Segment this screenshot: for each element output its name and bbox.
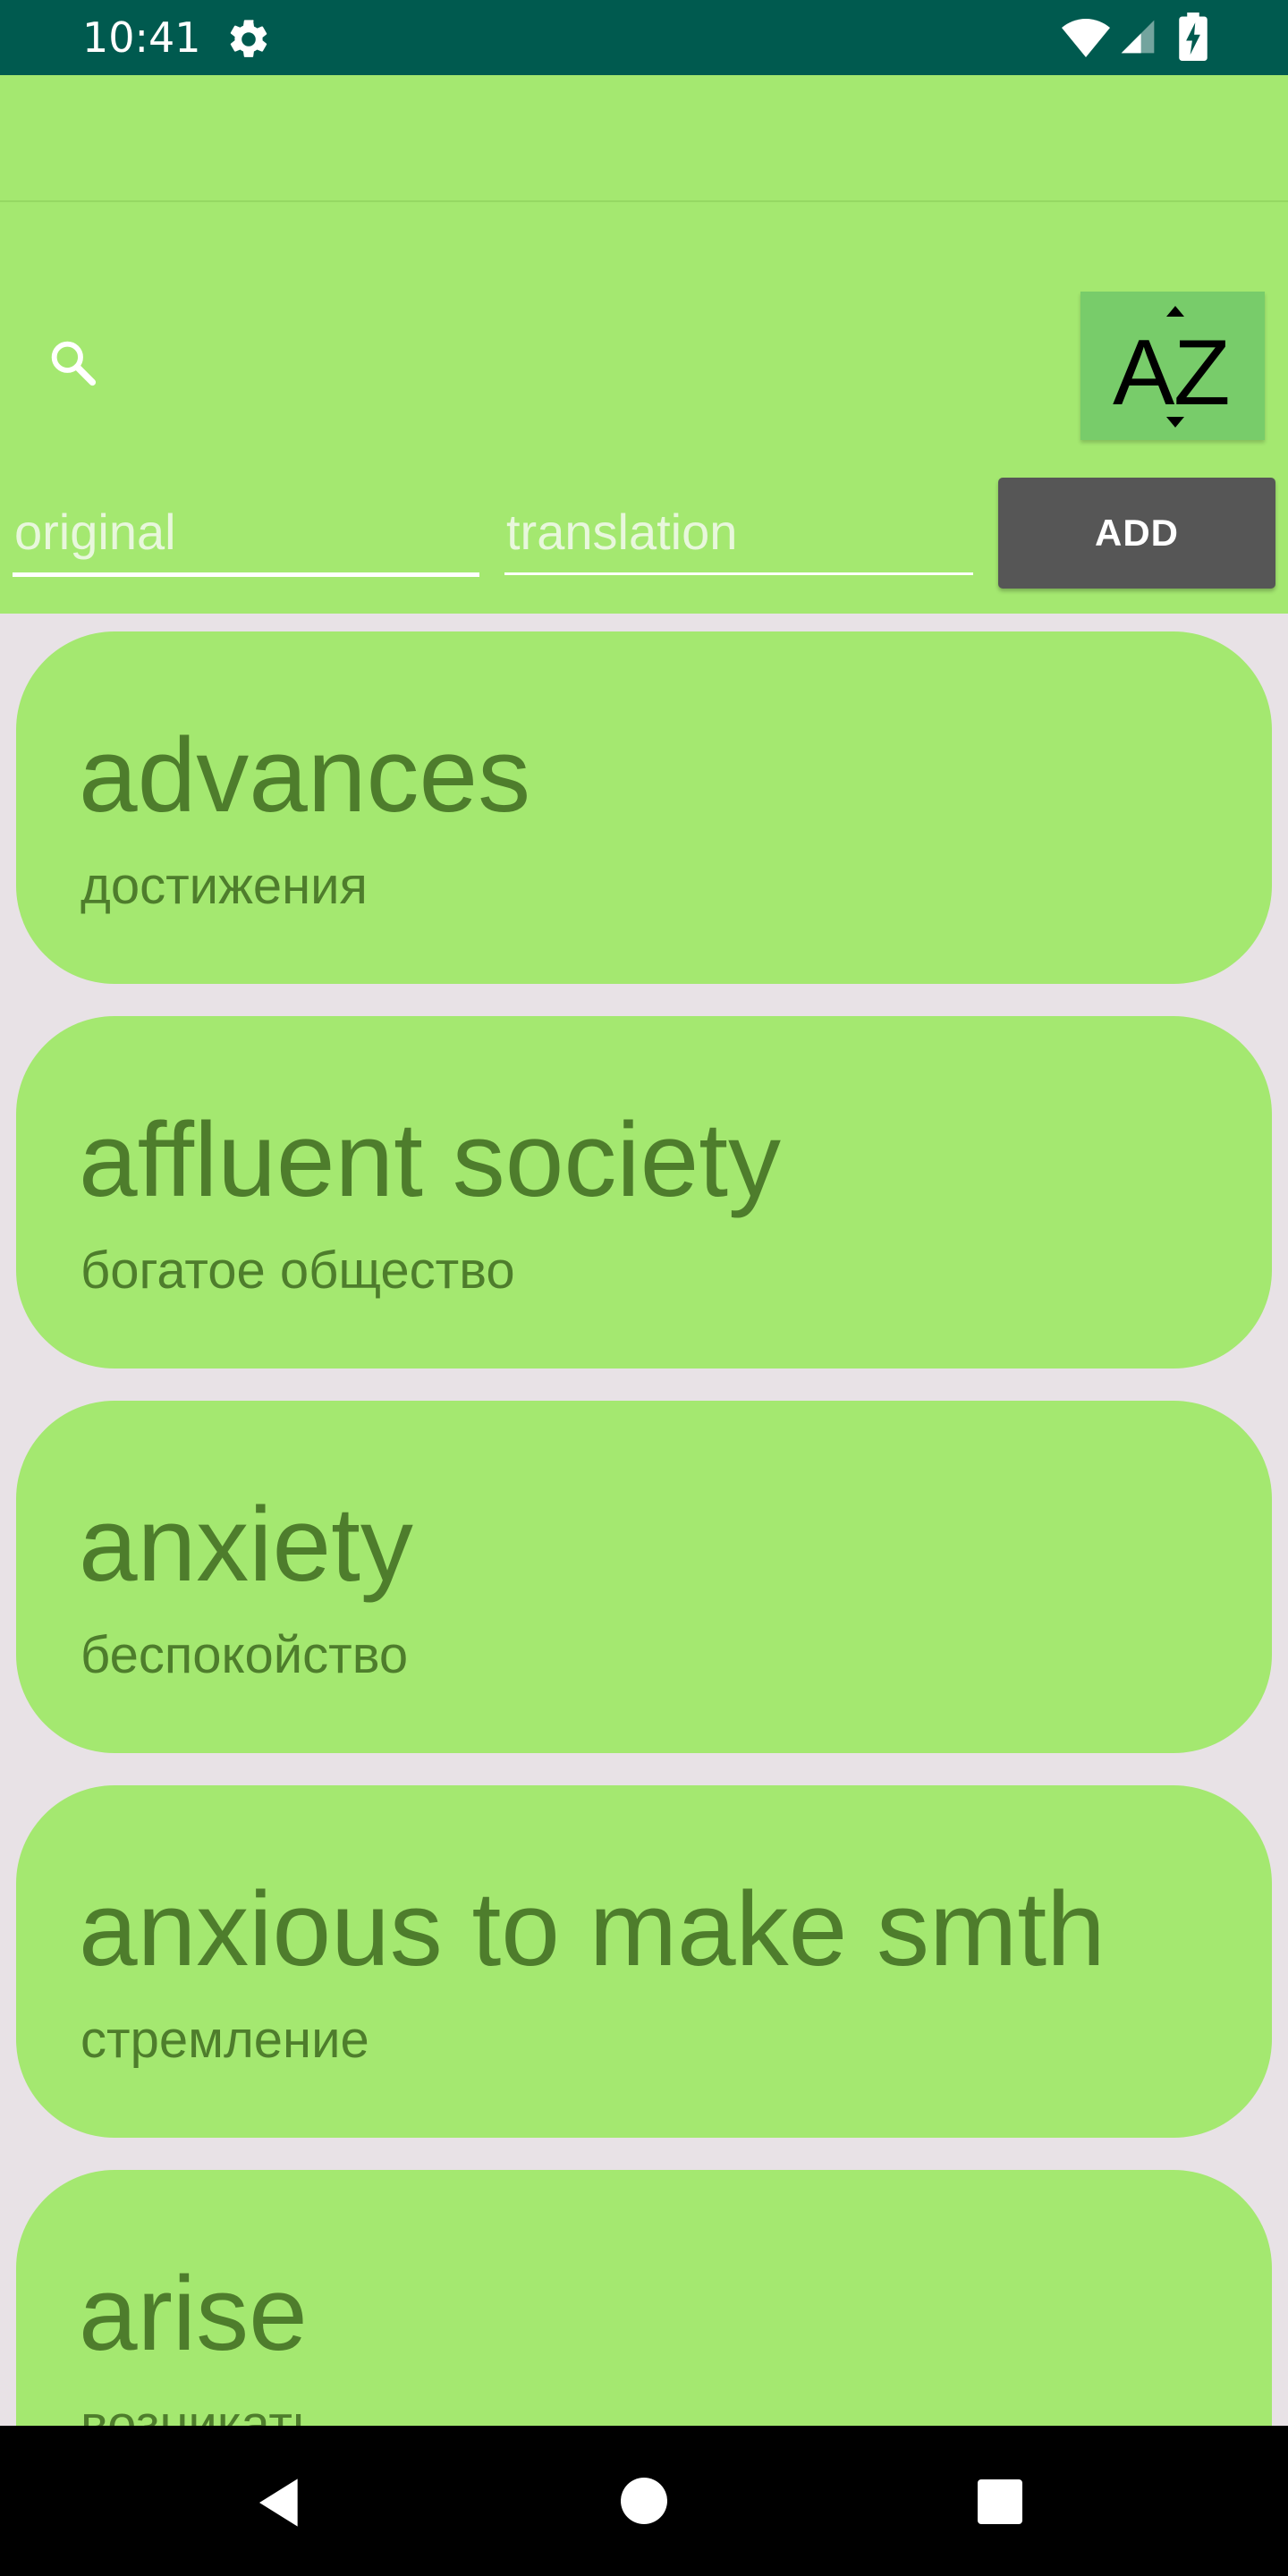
word-card[interactable]: anxiety беспокойство [16, 1401, 1272, 1753]
translation-field[interactable] [504, 490, 973, 575]
word-card[interactable]: arise возникать [16, 2170, 1272, 2426]
word-original: advances [79, 716, 531, 835]
original-field[interactable] [13, 490, 479, 577]
sort-az-icon: A Z [1113, 306, 1231, 428]
original-input[interactable] [13, 490, 479, 572]
word-translation: богатое общество [80, 1241, 515, 1300]
word-card[interactable]: anxious to make smth стремление [16, 1785, 1272, 2138]
word-list[interactable]: advances достижения affluent society бог… [0, 614, 1288, 2426]
status-bar: 10:41 [0, 0, 1288, 75]
recents-icon[interactable] [978, 2479, 1022, 2524]
word-translation: стремление [80, 2011, 369, 2069]
add-button[interactable]: ADD [998, 478, 1275, 589]
wifi-icon [1062, 19, 1110, 57]
status-time: 10:41 [82, 13, 201, 62]
word-original: anxiety [79, 1486, 413, 1604]
signal-icon [1121, 20, 1155, 54]
word-original: arise [79, 2255, 308, 2373]
navigation-bar [0, 2426, 1288, 2576]
gear-icon [230, 20, 267, 57]
back-icon[interactable] [252, 2474, 309, 2531]
word-card[interactable]: affluent society богатое общество [16, 1016, 1272, 1368]
controls-panel: A Z ADD [0, 202, 1288, 614]
translation-input[interactable] [504, 490, 973, 572]
search-button[interactable] [38, 327, 109, 399]
word-card[interactable]: advances достижения [16, 631, 1272, 984]
word-translation: достижения [80, 857, 368, 915]
search-icon [51, 341, 97, 386]
word-translation: беспокойство [80, 1626, 409, 1684]
app-toolbar [0, 75, 1288, 202]
sort-button[interactable]: A Z [1080, 292, 1265, 440]
svg-text:Z: Z [1174, 321, 1231, 425]
svg-text:A: A [1113, 321, 1175, 425]
word-translation: возникать [80, 2395, 320, 2426]
home-icon[interactable] [621, 2478, 667, 2524]
battery-charging-icon [1179, 13, 1208, 61]
word-original: anxious to make smth [79, 1870, 1106, 1988]
word-original: affluent society [79, 1101, 781, 1219]
